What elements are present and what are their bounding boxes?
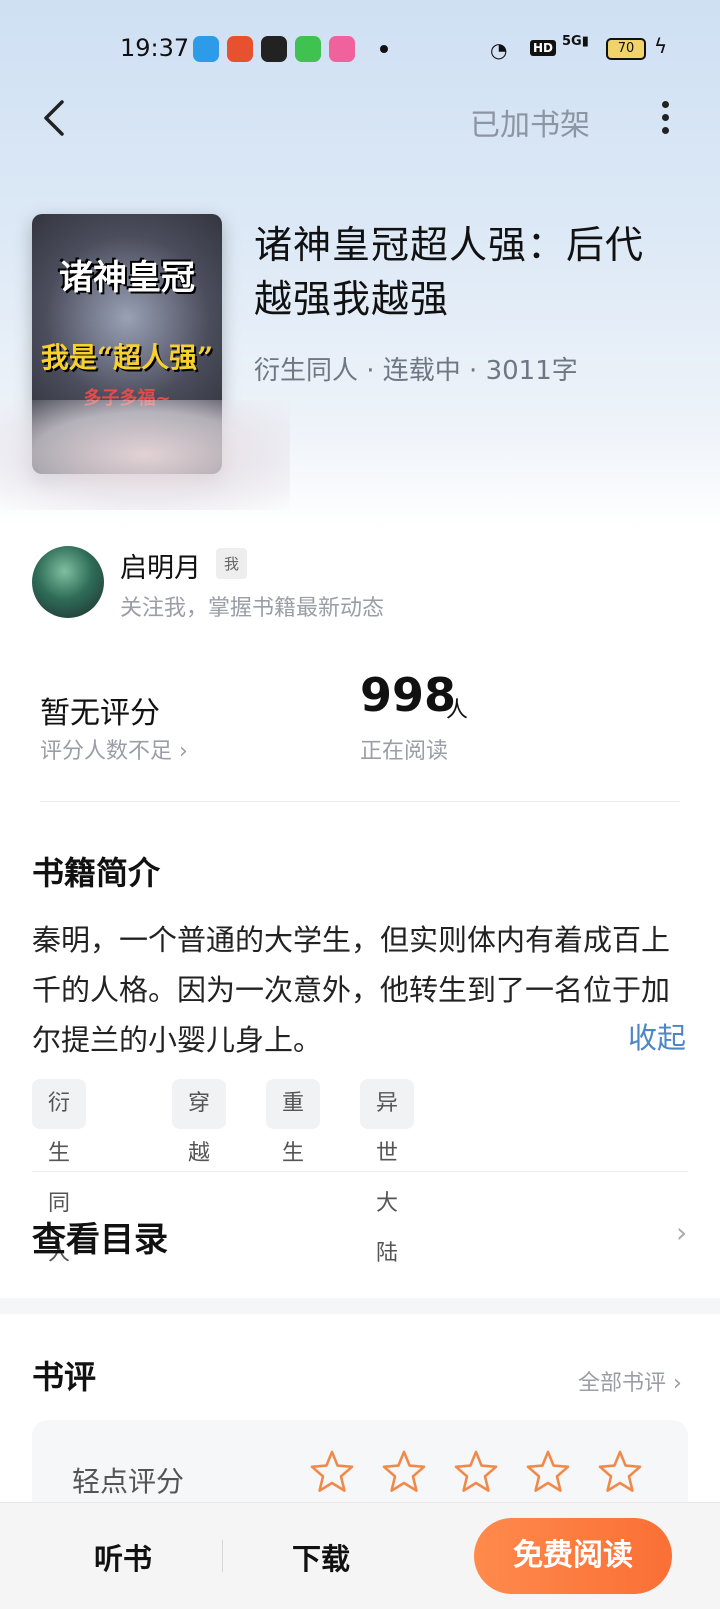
collapse-button[interactable]: 收起 bbox=[628, 1015, 686, 1057]
genre-tag[interactable]: 衍生同人 bbox=[32, 1079, 87, 1266]
author-follow-hint: 关注我，掌握书籍最新动态 bbox=[120, 596, 385, 621]
readers-unit: 人 bbox=[446, 698, 469, 723]
readers-count: 998 bbox=[360, 668, 457, 722]
app-notification-icon bbox=[227, 36, 253, 62]
app-notification-icon bbox=[329, 36, 355, 62]
more-options-button[interactable] bbox=[655, 96, 675, 140]
more-dot-icon bbox=[661, 127, 669, 134]
hd-badge: HD bbox=[530, 40, 557, 56]
author-avatar[interactable] bbox=[32, 546, 104, 618]
charging-icon: ϟ bbox=[654, 34, 668, 58]
divider bbox=[222, 1540, 223, 1572]
intro-heading: 书籍简介 bbox=[32, 854, 161, 892]
star-icon[interactable] bbox=[524, 1448, 572, 1496]
book-title: 诸神皇冠超人强：后代越强我越强 bbox=[254, 223, 645, 321]
app-notification-icon bbox=[261, 36, 287, 62]
all-reviews-link[interactable]: 全部书评 › bbox=[578, 1365, 682, 1397]
cover-subtitle: 我是“超人强” bbox=[40, 341, 214, 374]
section-separator bbox=[0, 1298, 720, 1314]
more-dot-icon bbox=[661, 114, 669, 121]
toc-label: 查看目录 bbox=[32, 1220, 168, 1260]
genre-tag[interactable]: 穿越 bbox=[172, 1079, 227, 1166]
blurred-area bbox=[0, 400, 290, 510]
app-notification-icon bbox=[295, 36, 321, 62]
rating-detail-link[interactable]: 评分人数不足 › bbox=[40, 733, 188, 765]
reviews-heading: 书评 bbox=[32, 1358, 97, 1396]
battery-icon: 70 bbox=[606, 38, 646, 60]
star-icon[interactable] bbox=[380, 1448, 428, 1496]
more-dot-icon bbox=[661, 101, 669, 108]
chevron-left-icon bbox=[44, 100, 64, 136]
status-bar: 19:37 ◔ HD 5G▮ 70 ϟ bbox=[0, 30, 720, 66]
chevron-right-icon: › bbox=[673, 1371, 682, 1396]
book-meta: 衍生同人 · 连载中 · 3011字 bbox=[254, 356, 578, 386]
table-of-contents-row[interactable]: 查看目录 › bbox=[0, 1190, 720, 1280]
more-notifications-icon bbox=[380, 45, 388, 53]
genre-tag[interactable]: 重生 bbox=[266, 1079, 321, 1166]
status-time: 19:37 bbox=[120, 34, 190, 62]
chevron-right-icon: › bbox=[676, 1216, 688, 1249]
rating-status: 暂无评分 bbox=[40, 696, 160, 731]
app-notification-icon bbox=[193, 36, 219, 62]
star-icon[interactable] bbox=[596, 1448, 644, 1496]
intro-text: 秦明，一个普通的大学生，但实则体内有着成百上千的人格。因为一次意外，他转生到了一… bbox=[32, 923, 671, 1057]
star-icon[interactable] bbox=[452, 1448, 500, 1496]
chevron-right-icon: › bbox=[179, 739, 188, 764]
divider bbox=[32, 1171, 688, 1172]
back-button[interactable] bbox=[36, 96, 76, 140]
author-name[interactable]: 启明月 bbox=[120, 546, 201, 585]
listen-button[interactable]: 听书 bbox=[94, 1536, 152, 1578]
added-to-shelf-button[interactable]: 已加书架 bbox=[470, 100, 590, 144]
wifi-icon: ◔ bbox=[490, 38, 508, 62]
signal-label: 5G bbox=[562, 34, 582, 49]
author-self-badge: 我 bbox=[216, 548, 248, 579]
divider bbox=[40, 801, 680, 802]
genre-tag[interactable]: 异世大陆 bbox=[360, 1079, 415, 1266]
signal-icon: 5G▮ bbox=[562, 34, 589, 49]
free-read-button[interactable]: 免费阅读 bbox=[474, 1518, 672, 1594]
download-button[interactable]: 下载 bbox=[292, 1536, 350, 1578]
readers-label: 正在阅读 bbox=[360, 739, 449, 764]
cover-title: 诸神皇冠 bbox=[59, 258, 195, 298]
all-reviews-label: 全部书评 bbox=[578, 1371, 667, 1396]
rating-detail-label: 评分人数不足 bbox=[40, 739, 173, 764]
rate-label: 轻点评分 bbox=[72, 1465, 185, 1498]
star-icon[interactable] bbox=[308, 1448, 356, 1496]
